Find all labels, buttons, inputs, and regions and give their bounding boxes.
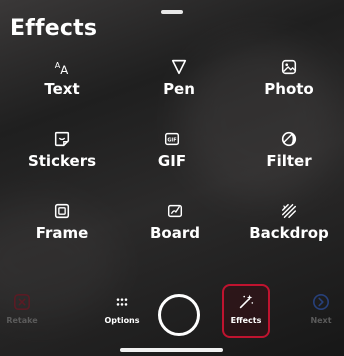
tool-gif[interactable]: GIF GIF — [117, 128, 227, 188]
tool-filter[interactable]: Filter — [234, 128, 344, 188]
gif-icon: GIF — [161, 128, 183, 150]
next-arrow-icon — [311, 292, 331, 312]
tool-pen-label: Pen — [163, 80, 195, 98]
filter-icon — [278, 128, 300, 150]
effects-label: Effects — [230, 316, 262, 325]
retake-label: Retake — [6, 316, 38, 325]
tool-frame[interactable]: Frame — [7, 200, 117, 260]
capture-button[interactable] — [158, 294, 200, 336]
panel-title: Effects — [10, 16, 98, 41]
text-size-icon: A A — [51, 56, 73, 78]
sheet-drag-handle[interactable] — [161, 10, 183, 14]
tool-text-label: Text — [44, 80, 80, 98]
svg-text:A: A — [60, 63, 68, 76]
next-label: Next — [310, 316, 332, 325]
tool-board-label: Board — [150, 224, 200, 242]
options-label: Options — [104, 316, 140, 325]
tool-board[interactable]: Board — [120, 200, 230, 260]
bottom-action-bar: Retake Options Effects Next — [0, 284, 344, 356]
tool-backdrop[interactable]: Backdrop — [234, 200, 344, 260]
board-icon — [164, 200, 186, 222]
tool-backdrop-label: Backdrop — [249, 224, 329, 242]
effects-screen: Effects A A Text Pen Photo Stickers GIF … — [0, 0, 344, 356]
frame-icon — [51, 200, 73, 222]
pen-icon — [168, 56, 190, 78]
tool-stickers[interactable]: Stickers — [7, 128, 117, 188]
effects-grid: A A Text Pen Photo Stickers GIF GIF Filt… — [0, 56, 344, 252]
tool-photo-label: Photo — [264, 80, 314, 98]
magic-wand-icon — [236, 292, 256, 312]
tool-photo[interactable]: Photo — [234, 56, 344, 116]
tool-filter-label: Filter — [266, 152, 312, 170]
effects-button[interactable]: Effects — [218, 284, 274, 340]
retake-icon — [12, 292, 32, 312]
tool-frame-label: Frame — [35, 224, 89, 242]
backdrop-icon — [278, 200, 300, 222]
options-grid-icon — [112, 292, 132, 312]
tool-pen[interactable]: Pen — [124, 56, 234, 116]
tool-stickers-label: Stickers — [27, 152, 97, 170]
options-button[interactable]: Options — [94, 284, 150, 340]
next-button[interactable]: Next — [293, 284, 344, 340]
tool-gif-label: GIF — [157, 152, 187, 170]
sticker-icon — [51, 128, 73, 150]
tool-text[interactable]: A A Text — [7, 56, 117, 116]
home-indicator — [120, 348, 223, 352]
photo-icon — [278, 56, 300, 78]
svg-text:GIF: GIF — [167, 137, 176, 143]
retake-button[interactable]: Retake — [0, 284, 50, 340]
